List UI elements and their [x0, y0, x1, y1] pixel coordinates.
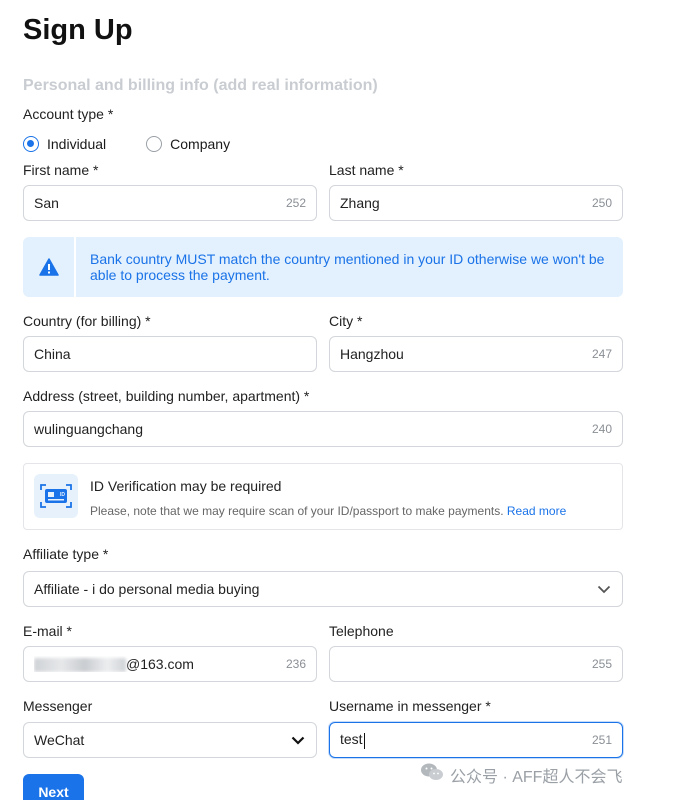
text-caret	[363, 732, 365, 749]
last-name-value: Zhang	[340, 195, 380, 211]
city-value: Hangzhou	[340, 346, 404, 362]
messenger-username-input[interactable]: test 251	[329, 722, 623, 758]
id-card-icon: ID	[34, 474, 78, 518]
messenger-value: WeChat	[34, 732, 85, 748]
read-more-link[interactable]: Read more	[507, 504, 566, 518]
alert-text: Bank country MUST match the country ment…	[76, 251, 618, 283]
messenger-select[interactable]: WeChat	[23, 722, 317, 758]
first-name-value: San	[34, 195, 59, 211]
address-value: wulinguangchang	[34, 421, 143, 437]
last-name-label: Last name *	[329, 162, 404, 178]
city-char-count: 247	[591, 347, 612, 361]
first-name-label: First name *	[23, 162, 99, 178]
alert-line-1: Bank country MUST match the country ment…	[90, 251, 605, 267]
last-name-char-count: 250	[591, 196, 612, 210]
next-button[interactable]: Next	[23, 774, 84, 800]
redacted-email-blur	[34, 658, 126, 673]
affiliate-type-label: Affiliate type *	[23, 546, 109, 562]
address-char-count: 240	[591, 422, 612, 436]
radio-unchecked-icon	[146, 136, 163, 152]
wechat-icon	[420, 762, 444, 787]
messenger-username-value-wrap: test	[340, 731, 584, 749]
country-label: Country (for billing) *	[23, 313, 151, 329]
svg-text:ID: ID	[60, 492, 65, 498]
messenger-username-label: Username in messenger *	[329, 698, 491, 714]
messenger-label: Messenger	[23, 698, 93, 714]
id-verification-notice: ID ID Verification may be required Pleas…	[23, 463, 623, 530]
alert-line-2: able to process the payment.	[90, 267, 270, 283]
id-verification-note-line: Please, note that we may require scan of…	[90, 504, 566, 518]
account-type-label: Account type *	[23, 106, 114, 122]
city-label: City *	[329, 313, 363, 329]
first-name-char-count: 252	[285, 196, 306, 210]
radio-individual-label: Individual	[47, 136, 107, 152]
chevron-down-icon	[290, 732, 306, 748]
email-value: @163.com	[34, 655, 278, 673]
affiliate-type-select[interactable]: Affiliate - i do personal media buying	[23, 571, 623, 607]
account-type-radio-group: Individual Company	[23, 136, 270, 152]
chevron-down-icon	[596, 581, 612, 597]
email-domain: @163.com	[126, 655, 194, 672]
country-value: China	[34, 346, 71, 362]
radio-company[interactable]: Company	[146, 136, 230, 152]
telephone-char-count: 255	[591, 657, 612, 671]
affiliate-type-value: Affiliate - i do personal media buying	[34, 581, 260, 597]
last-name-input[interactable]: Zhang 250	[329, 185, 623, 221]
page-title: Sign Up	[23, 14, 133, 46]
first-name-input[interactable]: San 252	[23, 185, 317, 221]
watermark-text: 公众号 · AFF超人不会飞	[450, 768, 623, 786]
messenger-username-char-count: 251	[591, 733, 612, 747]
address-input[interactable]: wulinguangchang 240	[23, 411, 623, 447]
telephone-label: Telephone	[329, 623, 394, 639]
radio-individual[interactable]: Individual	[23, 136, 106, 152]
messenger-username-value: test	[340, 731, 363, 748]
radio-checked-icon	[23, 136, 39, 152]
id-verification-title: ID Verification may be required	[90, 478, 282, 494]
email-input[interactable]: @163.com 236	[23, 646, 317, 682]
telephone-input[interactable]: 255	[329, 646, 623, 682]
email-label: E-mail *	[23, 623, 73, 639]
email-char-count: 236	[285, 657, 306, 671]
watermark: 公众号 · AFF超人不会飞	[420, 762, 622, 787]
city-input[interactable]: Hangzhou 247	[329, 336, 623, 372]
address-label: Address (street, building number, apartm…	[23, 388, 310, 404]
alert-icon-cell	[23, 237, 76, 297]
section-subtitle: Personal and billing info (add real info…	[23, 77, 378, 94]
bank-country-alert: Bank country MUST match the country ment…	[23, 237, 623, 297]
id-verification-note: Please, note that we may require scan of…	[90, 504, 504, 518]
country-input[interactable]: China	[23, 336, 317, 372]
warning-icon	[38, 258, 59, 276]
radio-company-label: Company	[170, 136, 231, 152]
